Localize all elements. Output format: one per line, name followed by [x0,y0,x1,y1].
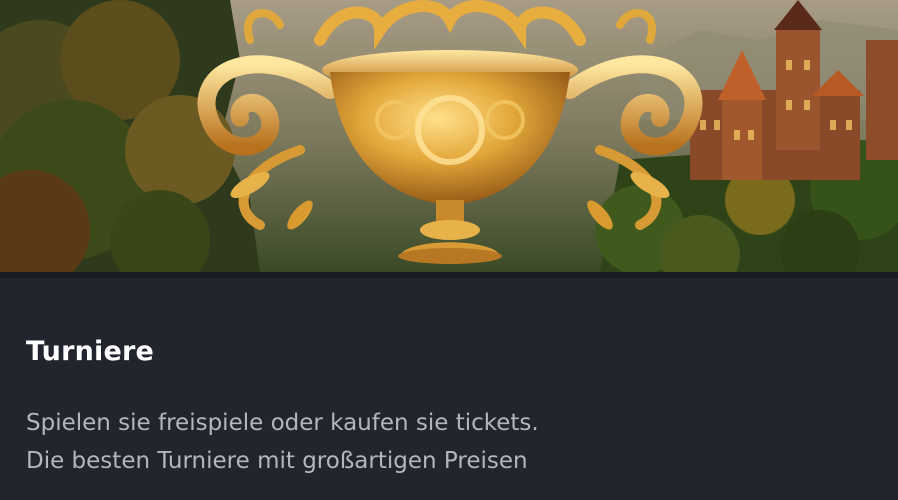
tournament-banner [0,0,898,272]
banner-divider [0,272,898,278]
card-description: Spielen sie freispiele oder kaufen sie t… [26,404,539,480]
tournament-card[interactable]: Turniere Spielen sie freispiele oder kau… [0,0,898,500]
description-line: Spielen sie freispiele oder kaufen sie t… [26,410,539,436]
card-title: Turniere [26,336,155,367]
description-line: Die besten Turniere mit großartigen Prei… [26,448,528,474]
